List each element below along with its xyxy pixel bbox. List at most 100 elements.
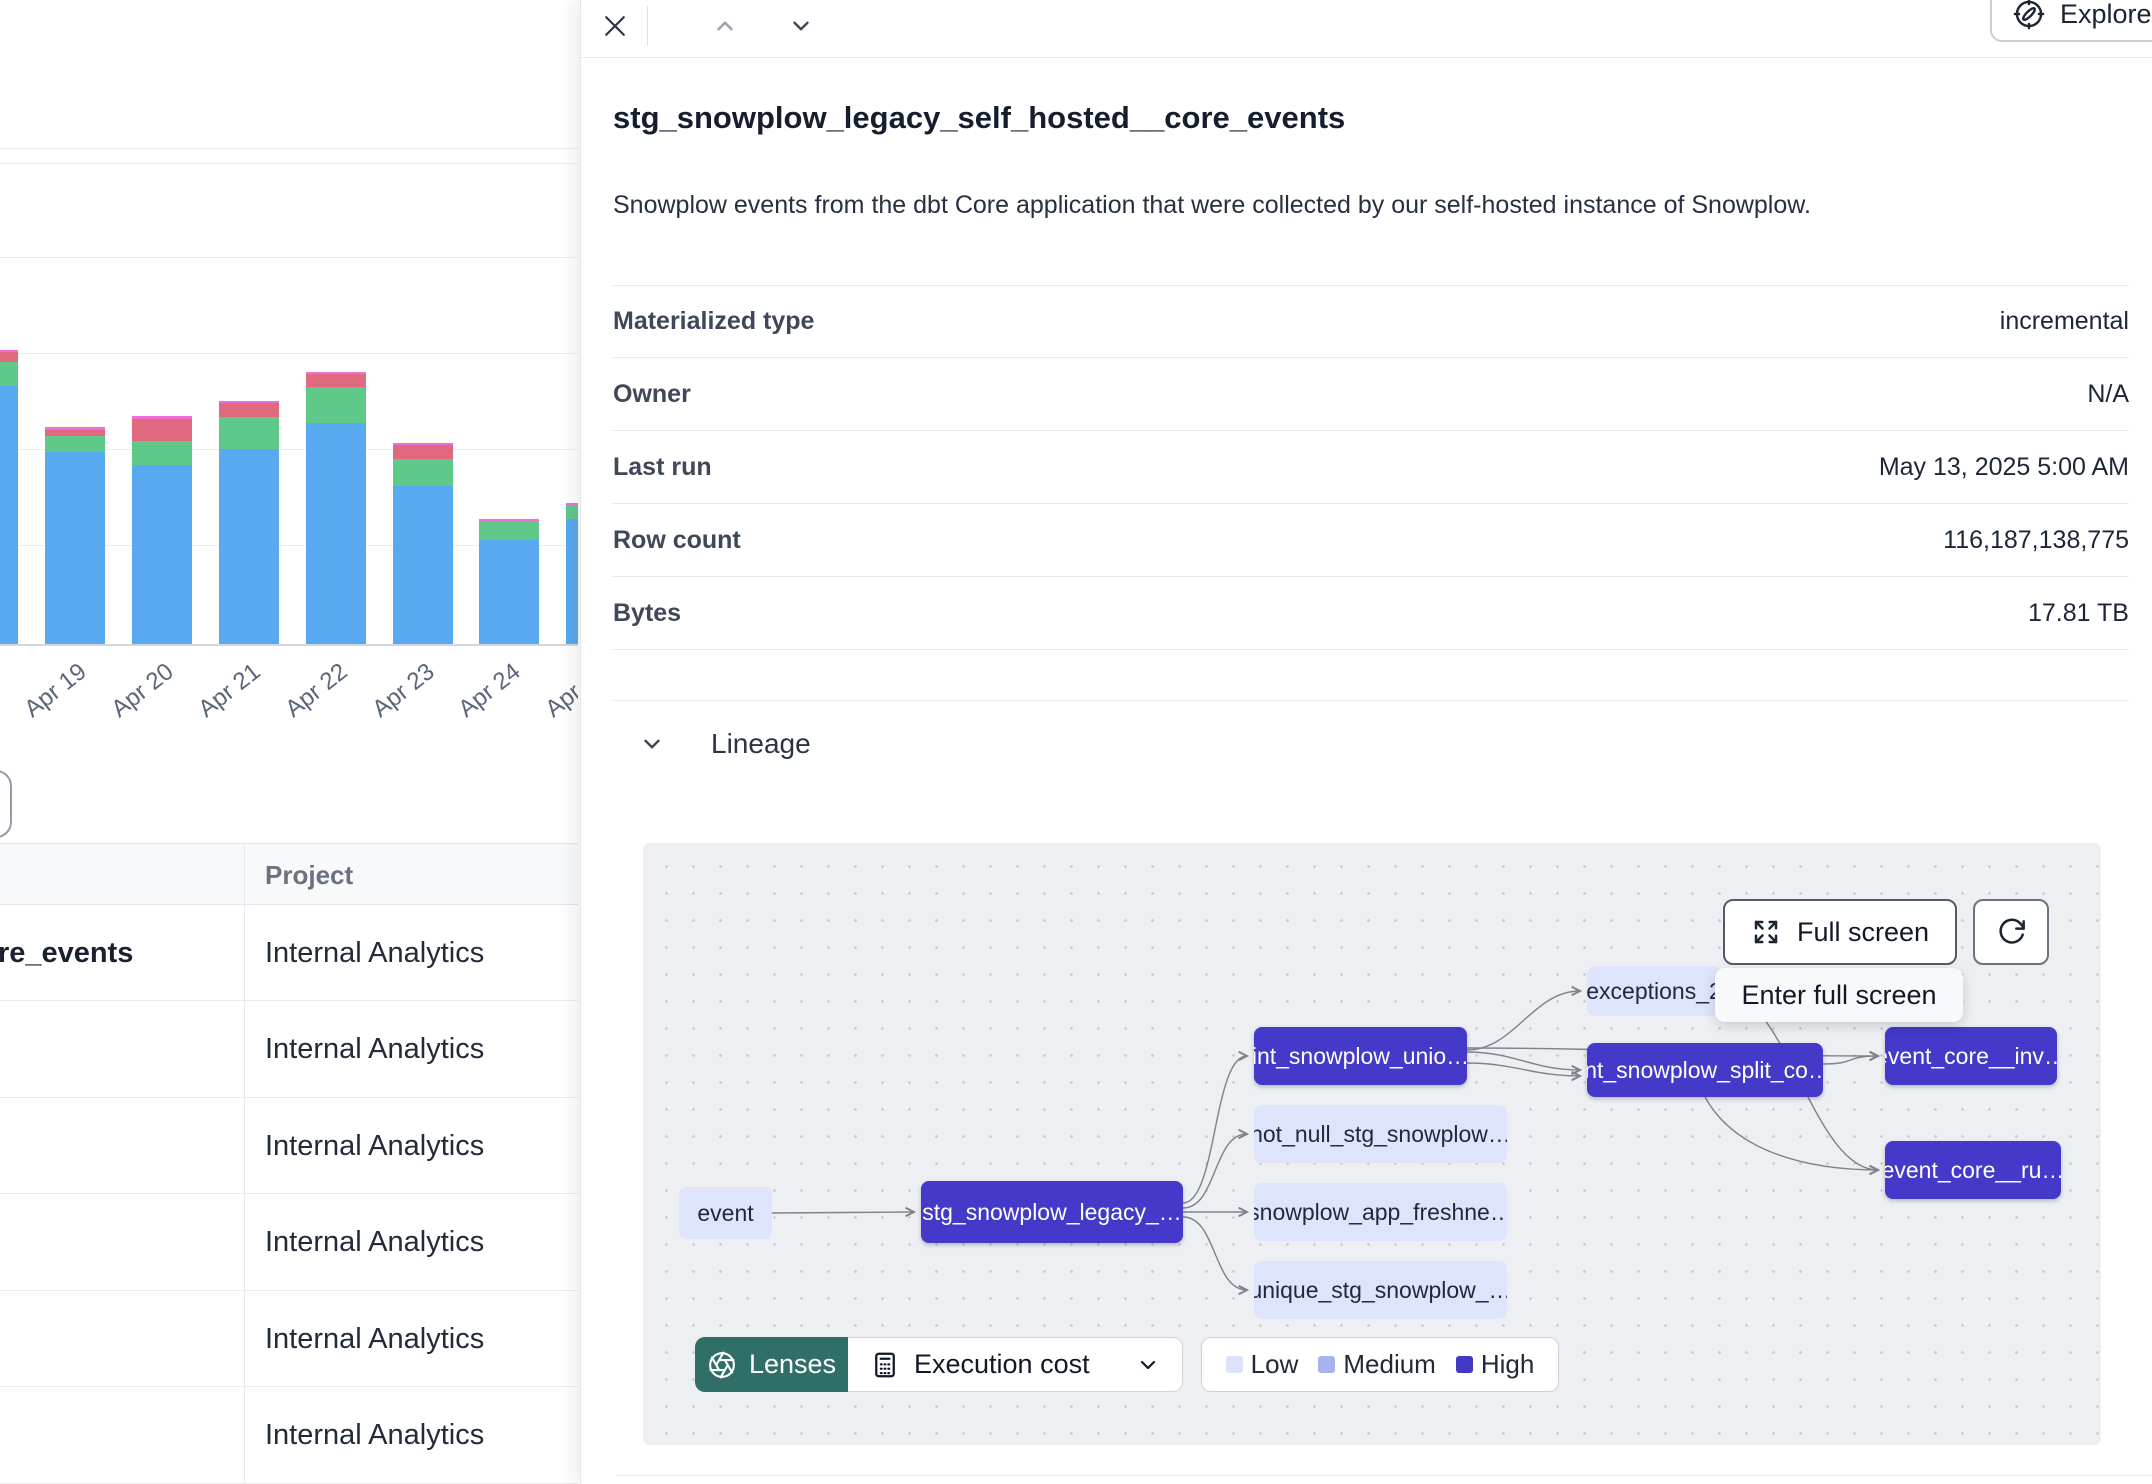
table-row[interactable]: Internal Analytics	[0, 1195, 578, 1291]
next-item-button[interactable]	[779, 4, 823, 48]
tooltip-text: Enter full screen	[1741, 980, 1936, 1011]
legend-item-medium: Medium	[1318, 1349, 1435, 1380]
metadata-row: Bytes17.81 TB	[613, 577, 2129, 650]
table-header-row: Project	[0, 843, 578, 905]
bar-segment-green	[45, 436, 105, 452]
compass-icon	[2012, 0, 2046, 31]
table-column-divider	[244, 843, 245, 1484]
legend-item-low: Low	[1226, 1349, 1299, 1380]
dropdown-chevron-icon	[1136, 1353, 1160, 1377]
chart-gridline	[0, 353, 578, 354]
section-divider	[616, 1475, 2152, 1476]
bar-segment-blue	[0, 386, 18, 644]
model-description: Snowplow events from the dbt Core applic…	[613, 188, 2129, 223]
bar-segment-blue	[393, 486, 453, 644]
expand-icon	[1751, 917, 1781, 947]
chart-x-axis	[0, 644, 578, 646]
lineage-node[interactable]: event_core__ru…	[1885, 1141, 2061, 1199]
lineage-node[interactable]: event_core__inv…	[1885, 1027, 2057, 1085]
bar-segment-green	[393, 459, 453, 486]
page-title: stg_snowplow_legacy_self_hosted__core_ev…	[613, 100, 1345, 136]
stacked-bar-chart	[0, 159, 578, 646]
table-row[interactable]: Internal Analytics	[0, 1291, 578, 1387]
bar-segment-blue	[132, 465, 192, 644]
metadata-label: Materialized type	[613, 307, 814, 336]
lineage-section-header[interactable]: Lineage	[639, 728, 811, 760]
model-name-cell	[0, 1388, 238, 1484]
lineage-graph-canvas[interactable]: event stg_snowplow_legacy_… int_snowplow_u…	[643, 843, 2101, 1445]
cost-legend: LowMediumHigh	[1201, 1337, 1559, 1392]
lineage-node[interactable]: int_snowplow_unio…	[1254, 1027, 1467, 1085]
chart-bar-apr-23	[393, 443, 453, 644]
bar-segment-blue	[479, 540, 539, 644]
chart-gridline	[0, 163, 578, 164]
fullscreen-label: Full screen	[1797, 917, 1929, 948]
bar-segment-green	[219, 417, 279, 449]
project-cell: Internal Analytics	[265, 1098, 578, 1194]
legend-swatch	[1456, 1356, 1473, 1373]
fullscreen-button[interactable]: Full screen	[1723, 899, 1957, 965]
previous-item-button[interactable]	[703, 4, 747, 48]
lineage-node[interactable]: snowplow_app_freshne…	[1254, 1183, 1507, 1241]
chart-bar-apr-20	[132, 416, 192, 644]
card-divider	[0, 148, 578, 149]
chart-bar-apr-25	[566, 503, 578, 644]
lineage-edge	[1823, 1056, 1878, 1064]
chart-bar-apr-19	[45, 427, 105, 644]
legend-label: Low	[1251, 1349, 1299, 1380]
lineage-edge	[1467, 991, 1580, 1050]
table-row[interactable]: re_events Internal Analytics	[0, 905, 578, 1001]
close-button[interactable]	[593, 4, 637, 48]
metadata-value: 17.81 TB	[2028, 599, 2129, 628]
bar-segment-red	[0, 352, 18, 362]
lens-selector-dropdown[interactable]: Execution cost	[848, 1337, 1183, 1392]
lineage-node[interactable]: stg_snowplow_legacy_…	[921, 1181, 1183, 1243]
lineage-node[interactable]: event	[679, 1187, 772, 1239]
metadata-label: Owner	[613, 380, 691, 409]
bar-segment-green	[0, 362, 18, 386]
truncated-button-fragment[interactable]	[0, 770, 12, 838]
legend-swatch	[1226, 1356, 1243, 1373]
project-cell: Internal Analytics	[265, 1388, 578, 1484]
metadata-label: Last run	[613, 453, 712, 482]
table-row[interactable]: Internal Analytics	[0, 1002, 578, 1098]
model-name-cell	[0, 1195, 238, 1291]
lineage-edge	[1467, 1052, 1580, 1070]
bar-segment-green	[132, 441, 192, 465]
metadata-row: Row count116,187,138,775	[613, 504, 2129, 577]
model-detail-panel: Explore stg_snowplow_legacy_self_hosted_…	[580, 0, 2152, 1484]
metadata-row: OwnerN/A	[613, 358, 2129, 431]
table-row[interactable]: Internal Analytics	[0, 1098, 578, 1194]
metadata-row: Materialized type incremental	[613, 285, 2129, 358]
refresh-button[interactable]	[1973, 899, 2049, 965]
lineage-edge	[1183, 1056, 1247, 1203]
lineage-node[interactable]: unique_stg_snowplow_…	[1254, 1261, 1507, 1319]
explore-button[interactable]: Explore	[1990, 0, 2152, 42]
lineage-edge	[1705, 1097, 1878, 1170]
lineage-edge	[1183, 1217, 1247, 1290]
panel-toolbar: Explore	[581, 0, 2152, 58]
bar-segment-green	[479, 521, 539, 540]
lenses-label: Lenses	[749, 1349, 836, 1380]
chart-bar-apr-21	[219, 401, 279, 644]
chart-bar-apr-18	[0, 350, 18, 644]
model-name-cell: re_events	[0, 905, 238, 1001]
left-content-region: Apr 19Apr 20Apr 21Apr 22Apr 23Apr 24Apr …	[0, 0, 578, 1484]
toolbar-divider	[647, 6, 648, 46]
metadata-value: incremental	[2000, 307, 2129, 336]
lens-selected-label: Execution cost	[914, 1349, 1090, 1380]
lineage-node[interactable]: int_snowplow_split_co…	[1587, 1043, 1823, 1097]
lineage-node[interactable]: exceptions_2	[1587, 966, 1721, 1016]
collapse-chevron-icon[interactable]	[639, 731, 665, 757]
lineage-node[interactable]: not_null_stg_snowplow…	[1254, 1105, 1507, 1163]
close-icon	[600, 11, 630, 41]
lineage-section-title: Lineage	[711, 728, 811, 760]
lens-controls: Lenses Execution cost	[695, 1337, 1183, 1392]
lenses-button[interactable]: Lenses	[695, 1337, 848, 1392]
bar-segment-blue	[45, 452, 105, 644]
table-row[interactable]: Internal Analytics	[0, 1388, 578, 1484]
column-header-project: Project	[265, 844, 353, 906]
refresh-icon	[1995, 916, 2027, 948]
project-cell: Internal Analytics	[265, 905, 578, 1001]
metadata-value: May 13, 2025 5:00 AM	[1879, 453, 2129, 482]
